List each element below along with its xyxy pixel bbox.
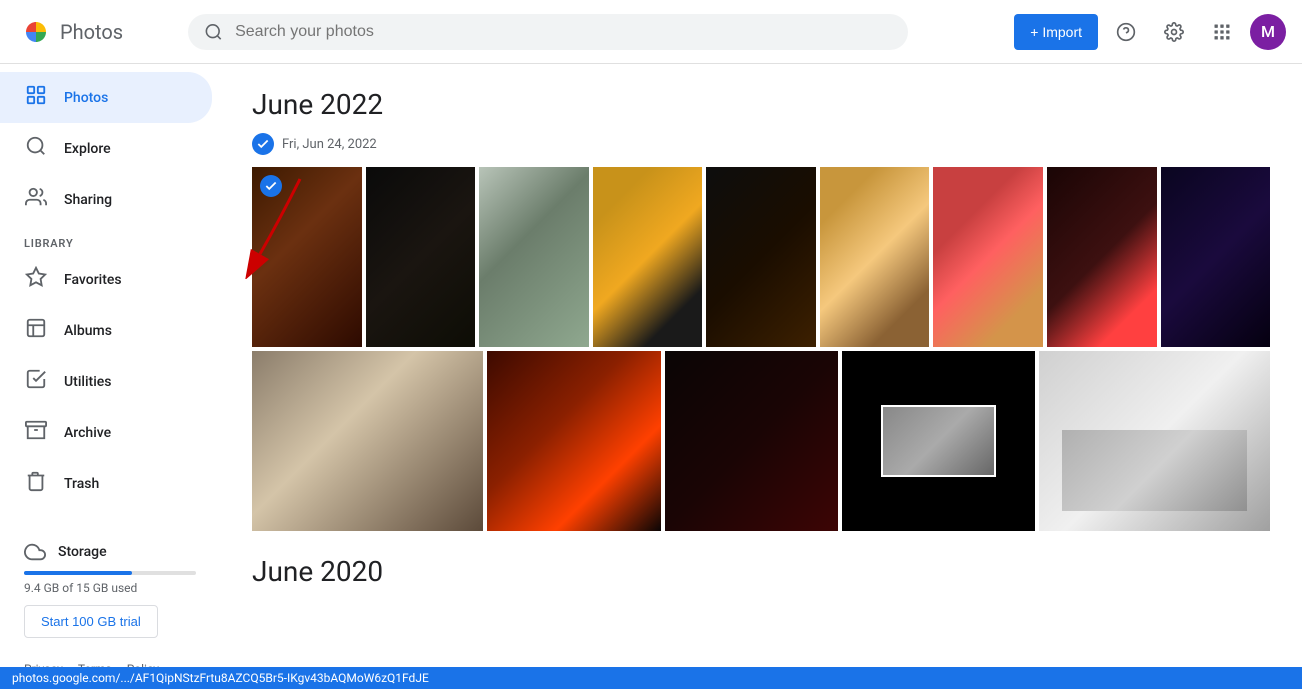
explore-label: Explore: [64, 141, 111, 157]
date-label: Fri, Jun 24, 2022: [282, 137, 377, 152]
library-section-label: LIBRARY: [0, 225, 220, 254]
photo-item[interactable]: [665, 351, 838, 531]
settings-button[interactable]: [1154, 12, 1194, 52]
photo-item[interactable]: [487, 351, 660, 531]
search-bar[interactable]: [188, 14, 908, 50]
logo-text: Photos: [60, 20, 123, 44]
photo-item[interactable]: [593, 167, 703, 347]
sidebar: Photos Explore Sharing LIBRARY: [0, 64, 220, 667]
search-input[interactable]: [235, 23, 892, 41]
gear-icon: [1164, 22, 1184, 42]
sidebar-item-trash[interactable]: Trash: [0, 458, 212, 509]
trash-label: Trash: [64, 476, 99, 492]
photo-item[interactable]: [1039, 351, 1270, 531]
photo-item[interactable]: [1047, 167, 1157, 347]
google-photos-logo-icon: [16, 12, 56, 52]
check-icon: [264, 179, 278, 193]
section-june-2020: June 2020: [252, 555, 1270, 588]
archive-label: Archive: [64, 425, 111, 441]
header: Photos + Import: [0, 0, 1302, 64]
photo-selected-check: [260, 175, 282, 197]
albums-label: Albums: [64, 323, 112, 339]
photo-item[interactable]: [842, 351, 1035, 531]
utilities-label: Utilities: [64, 374, 111, 390]
photo-item[interactable]: [252, 167, 362, 347]
favorites-label: Favorites: [64, 272, 122, 288]
sharing-icon: [24, 186, 48, 213]
help-button[interactable]: [1106, 12, 1146, 52]
sidebar-item-archive[interactable]: Archive: [0, 407, 212, 458]
storage-bar: [24, 571, 196, 575]
search-icon: [204, 22, 223, 42]
logo: Photos: [16, 12, 176, 52]
help-icon: [1116, 22, 1136, 42]
storage-section: Storage 9.4 GB of 15 GB used Start 100 G…: [0, 525, 220, 654]
photo-item[interactable]: [479, 167, 589, 347]
photos-icon: [24, 84, 48, 111]
footer-links: Privacy · Terms · Policy: [0, 654, 220, 667]
date-check-icon[interactable]: [252, 133, 274, 155]
photo-item[interactable]: [366, 167, 476, 347]
status-bar: photos.google.com/.../AF1QipNStzFrtu8AZC…: [0, 667, 1302, 689]
sidebar-item-photos[interactable]: Photos: [0, 72, 212, 123]
apps-icon: [1212, 22, 1232, 42]
photo-item[interactable]: [706, 167, 816, 347]
import-button[interactable]: + Import: [1014, 14, 1098, 50]
trial-button[interactable]: Start 100 GB trial: [24, 605, 158, 638]
archive-icon: [24, 419, 48, 446]
section-title-june-2022: June 2022: [252, 88, 1270, 121]
storage-bar-fill: [24, 571, 132, 575]
status-url: photos.google.com/.../AF1QipNStzFrtu8AZC…: [12, 671, 429, 685]
apps-button[interactable]: [1202, 12, 1242, 52]
avatar[interactable]: M: [1250, 14, 1286, 50]
photos-row-1: [252, 167, 1270, 347]
photo-item[interactable]: [252, 351, 483, 531]
body: Photos Explore Sharing LIBRARY: [0, 64, 1302, 667]
photo-item[interactable]: [1161, 167, 1271, 347]
storage-text: 9.4 GB of 15 GB used: [24, 581, 196, 595]
date-header-june-24: Fri, Jun 24, 2022: [252, 133, 1270, 155]
cloud-icon: [24, 541, 46, 563]
sidebar-item-favorites[interactable]: Favorites: [0, 254, 212, 305]
section-title-june-2020: June 2020: [252, 555, 1270, 588]
storage-label: Storage: [24, 541, 196, 563]
main-content: June 2022 Fri, Jun 24, 2022: [220, 64, 1302, 667]
section-june-2022: June 2022 Fri, Jun 24, 2022: [252, 88, 1270, 531]
photo-item[interactable]: [820, 167, 930, 347]
header-actions: + Import M: [1014, 12, 1286, 52]
utilities-icon: [24, 368, 48, 395]
sidebar-item-sharing[interactable]: Sharing: [0, 174, 212, 225]
checkmark-icon: [256, 137, 270, 151]
photo-item[interactable]: [933, 167, 1043, 347]
photos-label: Photos: [64, 90, 108, 106]
explore-icon: [24, 135, 48, 162]
favorites-icon: [24, 266, 48, 293]
sidebar-item-albums[interactable]: Albums: [0, 305, 212, 356]
albums-icon: [24, 317, 48, 344]
photos-row-2: [252, 351, 1270, 531]
sidebar-item-utilities[interactable]: Utilities: [0, 356, 212, 407]
sidebar-item-explore[interactable]: Explore: [0, 123, 212, 174]
sharing-label: Sharing: [64, 192, 112, 208]
trash-icon: [24, 470, 48, 497]
